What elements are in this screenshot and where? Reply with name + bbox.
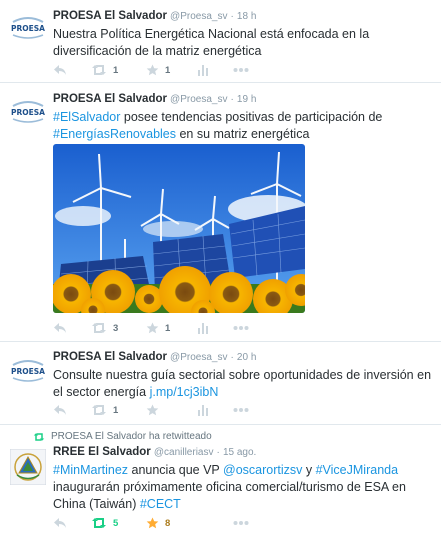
fullname[interactable]: PROESA El Salvador [53, 10, 167, 22]
separator-dot: · [230, 11, 234, 22]
favorite-button[interactable]: 1 [146, 321, 170, 335]
more-dots-icon [233, 521, 249, 525]
hashtag-link[interactable]: #MinMartinez [53, 463, 128, 477]
fullname[interactable]: RREE El Salvador [53, 446, 151, 458]
tweet-text: #ElSalvador posee tendencias positivas d… [53, 110, 383, 141]
url-link[interactable]: j.mp/1cj3ibN [150, 385, 219, 399]
svg-text:PROESA: PROESA [11, 24, 45, 33]
el-salvador-coat-of-arms [10, 449, 46, 485]
more-button[interactable] [233, 321, 249, 335]
tweet-actions: 1 [53, 403, 313, 417]
timestamp[interactable]: 20 h [237, 352, 256, 363]
timeline: PROESA PROESA El Salvador @Proesa_sv · 1… [0, 0, 441, 536]
mention-link[interactable]: @oscarortizsv [223, 463, 302, 477]
reply-button[interactable] [53, 516, 67, 530]
analytics-button[interactable] [197, 63, 209, 77]
retweet-count: 5 [113, 517, 119, 529]
favorite-button[interactable]: 8 [146, 516, 170, 530]
reply-button[interactable] [53, 403, 67, 417]
hashtag-link[interactable]: #CECT [140, 497, 181, 511]
more-button[interactable] [233, 403, 249, 417]
more-button[interactable] [233, 63, 249, 77]
reply-icon [54, 323, 66, 333]
svg-text:PROESA: PROESA [11, 108, 45, 117]
fullname[interactable]: PROESA El Salvador [53, 351, 167, 363]
avatar[interactable]: PROESA [10, 10, 46, 46]
retweet-button[interactable]: 3 [91, 321, 118, 335]
retweet-button[interactable]: 1 [91, 63, 118, 77]
star-icon [146, 517, 159, 529]
more-dots-icon [233, 68, 249, 72]
star-icon [146, 404, 159, 416]
star-icon [146, 64, 159, 76]
tweet[interactable]: RREE El Salvador @canilleriasv · 15 ago.… [0, 425, 441, 536]
more-dots-icon [233, 408, 249, 412]
separator-dot: · [230, 94, 234, 105]
proesa-logo: PROESA [10, 10, 46, 46]
tweet-text: Consulte nuestra guía sectorial sobre op… [53, 368, 432, 399]
hashtag-link[interactable]: #ViceJMiranda [316, 463, 398, 477]
separator-dot: · [216, 447, 220, 458]
avatar[interactable] [10, 449, 46, 485]
reply-icon [54, 518, 66, 528]
avatar[interactable]: PROESA [10, 94, 46, 130]
tweet-text: #MinMartinez anuncia que VP @oscarortizs… [53, 463, 406, 511]
tweet-header: PROESA El Salvador @Proesa_sv · 18 h [53, 9, 433, 24]
retweet-button[interactable]: 5 [91, 516, 118, 530]
proesa-logo: PROESA [10, 94, 46, 130]
bar-chart-icon [198, 323, 208, 334]
favorite-count: 1 [165, 322, 171, 334]
retweet-icon [92, 518, 106, 528]
timestamp[interactable]: 19 h [237, 94, 256, 105]
retweet-count: 1 [113, 64, 119, 76]
username[interactable]: @Proesa_sv [170, 11, 227, 22]
star-icon [146, 322, 159, 334]
username[interactable]: @Proesa_sv [170, 352, 227, 363]
timestamp[interactable]: 15 ago. [223, 447, 256, 458]
reply-button[interactable] [53, 321, 67, 335]
wind-solar-sunflower-photo [53, 144, 305, 313]
bar-chart-icon [198, 405, 208, 416]
retweet-button[interactable]: 1 [91, 403, 118, 417]
favorite-count: 8 [165, 517, 171, 529]
tweet-header: PROESA El Salvador @Proesa_sv · 19 h [53, 92, 433, 107]
svg-text:PROESA: PROESA [11, 367, 45, 376]
retweet-count: 1 [113, 404, 119, 416]
bar-chart-icon [198, 65, 208, 76]
tweet[interactable]: PROESA PROESA El Salvador @Proesa_sv · 2… [0, 342, 441, 425]
avatar[interactable]: PROESA [10, 353, 46, 389]
retweet-icon [92, 65, 106, 75]
hashtag-link[interactable]: #EnergíasRenovables [53, 127, 176, 141]
timestamp[interactable]: 18 h [237, 11, 256, 22]
analytics-button[interactable] [197, 403, 209, 417]
reply-icon [54, 405, 66, 415]
retweet-icon [92, 323, 106, 333]
tweet-header: PROESA El Salvador @Proesa_sv · 20 h [53, 350, 433, 365]
tweet[interactable]: PROESA PROESA El Salvador @Proesa_sv · 1… [0, 0, 441, 83]
tweet-actions: 1 1 [53, 63, 313, 77]
retweet-count: 3 [113, 322, 119, 334]
analytics-button[interactable] [197, 321, 209, 335]
proesa-logo: PROESA [10, 353, 46, 389]
tweet-text: Nuestra Política Energética Nacional est… [53, 27, 370, 58]
favorite-button[interactable] [146, 403, 165, 417]
more-dots-icon [233, 326, 249, 330]
tweet-actions: 5 8 [53, 516, 313, 530]
separator-dot: · [230, 352, 234, 363]
tweet-actions: 3 1 [53, 321, 313, 335]
fullname[interactable]: PROESA El Salvador [53, 93, 167, 105]
username[interactable]: @canilleriasv [154, 447, 214, 458]
reply-button[interactable] [53, 63, 67, 77]
reply-icon [54, 65, 66, 75]
tweet-media-photo[interactable] [53, 144, 305, 313]
more-button[interactable] [233, 516, 249, 530]
username[interactable]: @Proesa_sv [170, 94, 227, 105]
hashtag-link[interactable]: #ElSalvador [53, 110, 120, 124]
favorite-count: 1 [165, 64, 171, 76]
favorite-button[interactable]: 1 [146, 63, 170, 77]
tweet-header: RREE El Salvador @canilleriasv · 15 ago. [53, 445, 433, 460]
retweet-icon [92, 405, 106, 415]
